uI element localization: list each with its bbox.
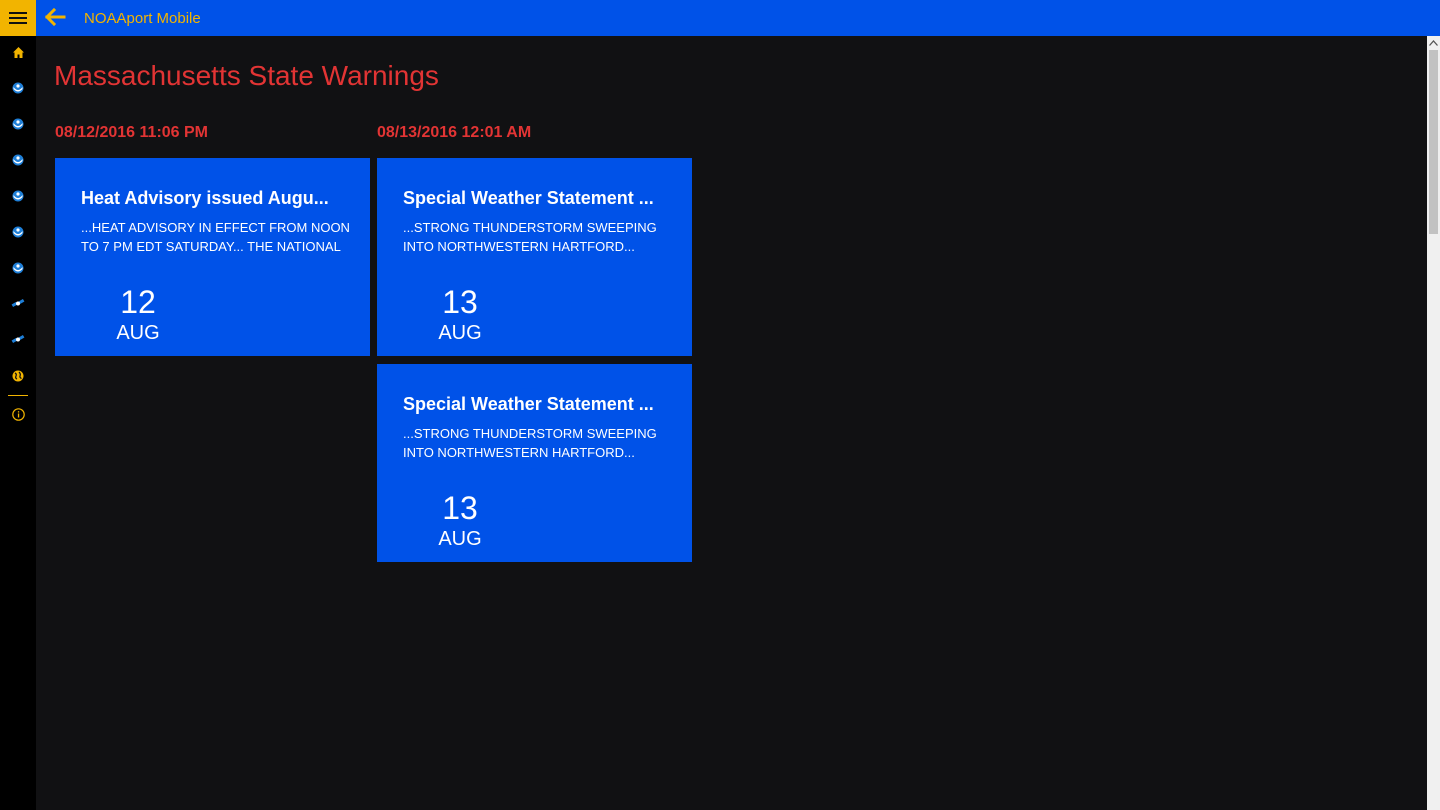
sidebar-item-globe[interactable] xyxy=(6,364,30,388)
sidebar-item-satellite-1[interactable] xyxy=(6,292,30,316)
warning-card[interactable]: Heat Advisory issued Augu... ...HEAT ADV… xyxy=(55,158,370,356)
sidebar-item-noaa-6[interactable] xyxy=(6,256,30,280)
card-title: Heat Advisory issued Augu... xyxy=(81,188,329,208)
card-day: 13 xyxy=(442,490,478,526)
card-month: AUG xyxy=(438,322,482,344)
sidebar-item-noaa-5[interactable] xyxy=(6,220,30,244)
scroll-thumb[interactable] xyxy=(1429,50,1438,234)
card-day: 12 xyxy=(120,284,156,320)
caret-up-icon xyxy=(1429,40,1438,46)
sidebar-item-info[interactable] xyxy=(6,402,30,426)
noaa-logo-icon xyxy=(12,154,24,166)
warning-card[interactable]: Special Weather Statement ... ...STRONG … xyxy=(377,364,692,562)
card-title: Special Weather Statement ... xyxy=(403,394,654,414)
sidebar-item-noaa-4[interactable] xyxy=(6,184,30,208)
back-button[interactable] xyxy=(44,6,66,30)
noaa-logo-icon xyxy=(12,118,24,130)
vertical-scrollbar[interactable] xyxy=(1427,36,1440,810)
hamburger-menu-button[interactable] xyxy=(0,0,36,36)
sidebar-divider xyxy=(8,395,28,396)
scroll-up-button[interactable] xyxy=(1427,36,1440,50)
card-month: AUG xyxy=(438,528,482,550)
hamburger-line xyxy=(9,12,27,14)
hamburger-line xyxy=(9,22,27,24)
noaa-logo-icon xyxy=(12,262,24,274)
group-header: 08/13/2016 12:01 AM xyxy=(377,124,532,141)
sidebar-item-noaa-1[interactable] xyxy=(6,76,30,100)
sidebar-item-home[interactable] xyxy=(6,40,30,64)
title-bar: NOAAport Mobile xyxy=(0,0,1440,36)
satellite-icon xyxy=(11,334,25,344)
noaa-logo-icon xyxy=(12,82,24,94)
card-month: AUG xyxy=(116,322,160,344)
sidebar-nav xyxy=(0,36,36,810)
home-icon xyxy=(12,46,24,58)
noaa-logo-icon xyxy=(12,226,24,238)
globe-icon xyxy=(12,370,24,382)
satellite-icon xyxy=(11,298,25,308)
card-title: Special Weather Statement ... xyxy=(403,188,654,208)
card-summary: ...HEAT ADVISORY IN EFFECT FROM NOON TO … xyxy=(81,220,350,254)
card-day: 13 xyxy=(442,284,478,320)
hamburger-line xyxy=(9,17,27,19)
sidebar-item-noaa-3[interactable] xyxy=(6,148,30,172)
noaa-logo-icon xyxy=(12,190,24,202)
warning-card[interactable]: Special Weather Statement ... ...STRONG … xyxy=(377,158,692,356)
card-summary: ...STRONG THUNDERSTORM SWEEPING INTO NOR… xyxy=(403,220,657,254)
group-header: 08/12/2016 11:06 PM xyxy=(55,124,209,141)
app-title: NOAAport Mobile xyxy=(84,10,201,27)
info-icon xyxy=(11,407,25,421)
arrow-left-icon xyxy=(44,7,66,27)
sidebar-item-noaa-2[interactable] xyxy=(6,112,30,136)
sidebar-item-satellite-2[interactable] xyxy=(6,328,30,352)
card-summary: ...STRONG THUNDERSTORM SWEEPING INTO NOR… xyxy=(403,426,657,460)
page-title: Massachusetts State Warnings xyxy=(54,60,439,91)
main-content: Massachusetts State Warnings 08/12/2016 … xyxy=(36,36,1427,810)
